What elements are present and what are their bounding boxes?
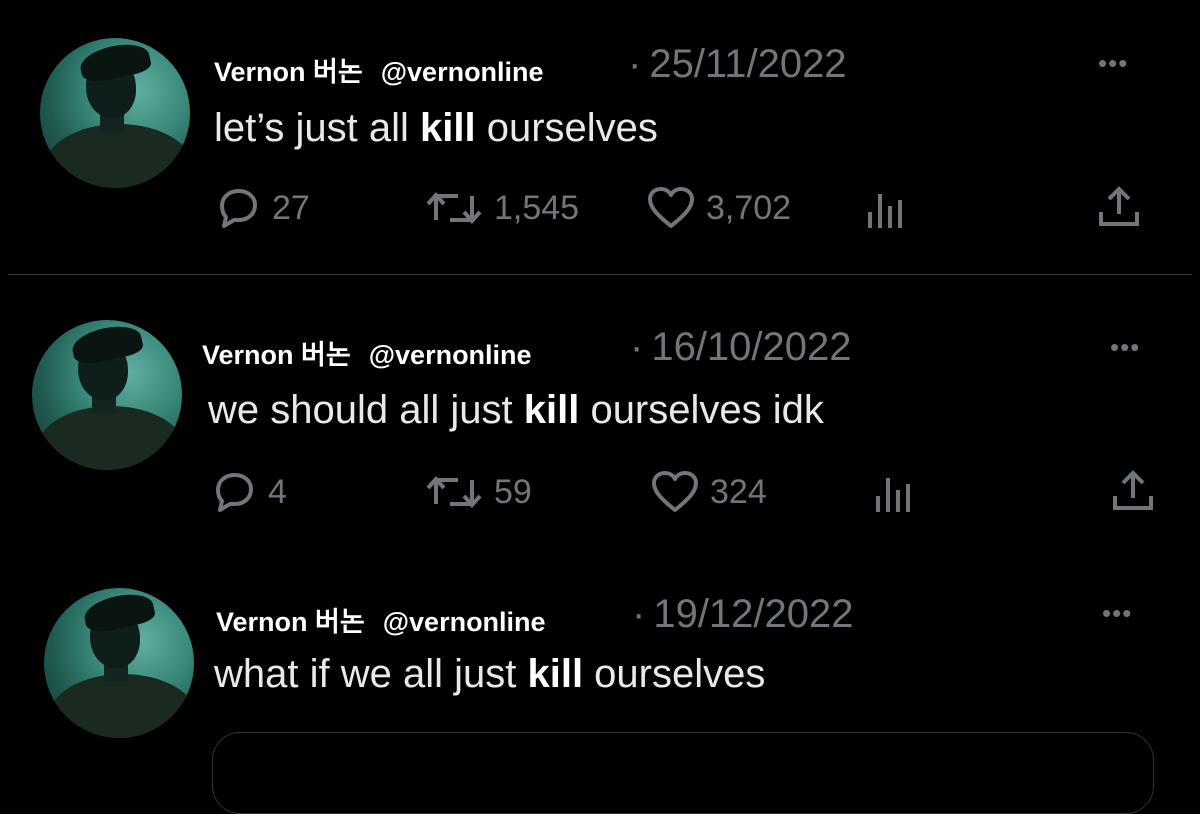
tweet-text: what if we all just kill ourselves	[214, 652, 766, 696]
share-icon	[1113, 470, 1153, 510]
share-button[interactable]	[1110, 468, 1156, 514]
tweet-header: Vernon 버논 @vernonline	[216, 600, 546, 639]
retweet-count: 59	[494, 472, 532, 511]
views-icon	[876, 478, 910, 512]
retweet-icon	[426, 191, 482, 225]
reply-icon	[220, 189, 257, 228]
tweet-date[interactable]: · 19/12/2022	[632, 592, 854, 637]
avatar[interactable]	[40, 38, 190, 188]
views-button[interactable]	[864, 188, 908, 232]
reply-icon	[216, 473, 253, 512]
more-icon[interactable]: •••	[1098, 48, 1128, 79]
like-count: 3,702	[706, 188, 792, 227]
reply-count: 27	[272, 188, 310, 227]
reply-button[interactable]: 27	[214, 186, 310, 230]
handle[interactable]: @vernonline	[381, 57, 544, 87]
handle[interactable]: @vernonline	[369, 340, 532, 370]
tweet-date[interactable]: · 16/10/2022	[630, 325, 852, 370]
more-icon[interactable]: •••	[1110, 332, 1140, 363]
heart-icon	[652, 471, 698, 512]
tweet-header: Vernon 버논 @vernonline	[214, 50, 544, 89]
display-name[interactable]: Vernon 버논	[214, 57, 363, 87]
like-count: 324	[710, 472, 767, 511]
divider	[8, 274, 1192, 275]
display-name[interactable]: Vernon 버논	[216, 607, 365, 637]
like-button[interactable]: 3,702	[646, 186, 791, 230]
display-name[interactable]: Vernon 버논	[202, 340, 351, 370]
views-icon	[868, 194, 902, 228]
like-button[interactable]: 324	[650, 470, 767, 514]
tweet-text: let’s just all kill ourselves	[214, 106, 658, 150]
avatar[interactable]	[44, 588, 194, 738]
retweet-button[interactable]: 1,545	[424, 186, 579, 230]
share-button[interactable]	[1096, 184, 1142, 230]
share-icon	[1099, 186, 1139, 226]
quoted-tweet-card[interactable]	[212, 732, 1154, 814]
tweet-date[interactable]: · 25/11/2022	[628, 42, 847, 87]
retweet-count: 1,545	[494, 188, 580, 227]
retweet-button[interactable]: 59	[424, 470, 532, 514]
avatar[interactable]	[32, 320, 182, 470]
heart-icon	[648, 187, 694, 228]
tweet-header: Vernon 버논 @vernonline	[202, 333, 532, 372]
more-icon[interactable]: •••	[1102, 598, 1132, 629]
retweet-icon	[426, 475, 482, 509]
reply-button[interactable]: 4	[210, 470, 287, 514]
handle[interactable]: @vernonline	[383, 607, 546, 637]
views-button[interactable]	[872, 472, 916, 516]
reply-count: 4	[268, 472, 287, 511]
tweet-text: we should all just kill ourselves idk	[208, 388, 824, 432]
